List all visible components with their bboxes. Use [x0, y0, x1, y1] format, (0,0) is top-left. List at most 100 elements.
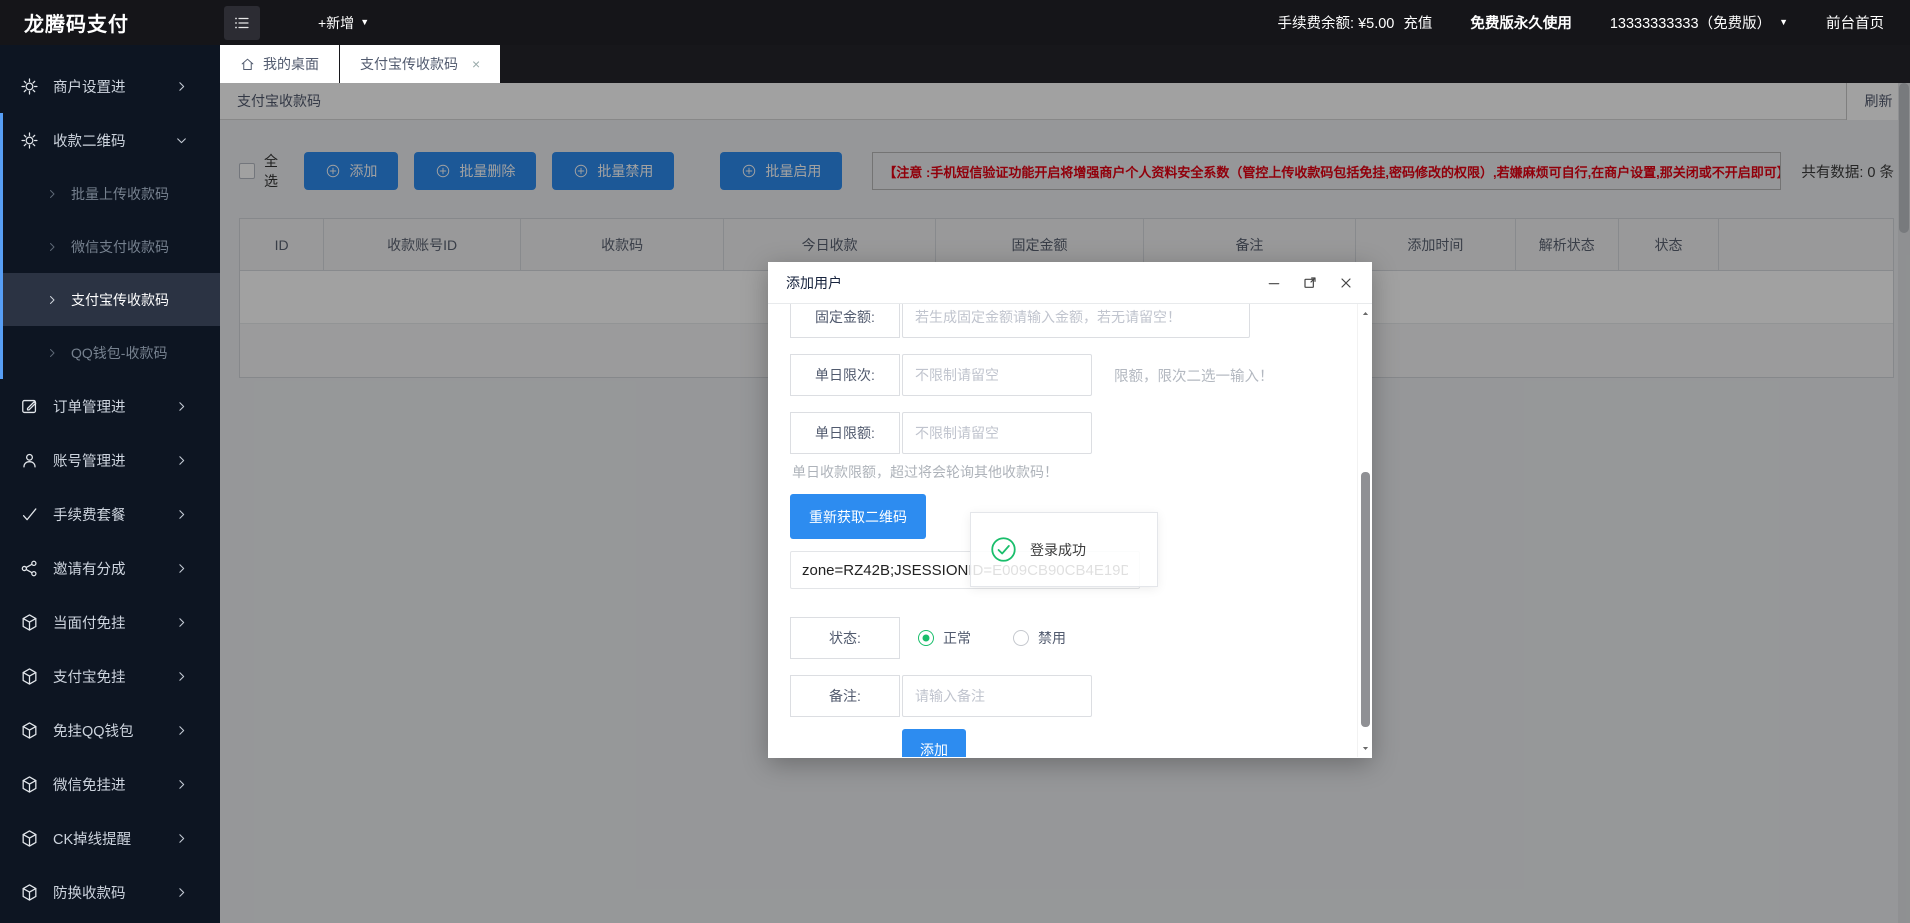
status-row: 状态: 正常 禁用 [790, 617, 1372, 659]
modal-title: 添加用户 [786, 273, 842, 293]
modal-scrollbar-thumb[interactable] [1361, 472, 1370, 727]
user-icon [20, 451, 39, 470]
gear-icon [20, 77, 39, 96]
sidebar-item-ck-offline-alert[interactable]: CK掉线提醒 [0, 811, 220, 865]
chevron-right-icon [175, 886, 188, 899]
fee-balance-label: 手续费余额: ¥5.00 [1278, 12, 1395, 33]
sidebar-item-accounts[interactable]: 账号管理进 [0, 433, 220, 487]
plus-circle-icon [741, 163, 757, 179]
add-button[interactable]: 添加 [304, 152, 398, 190]
minimize-icon[interactable] [1266, 275, 1282, 291]
page-scrollbar[interactable] [1898, 83, 1910, 923]
chevron-right-icon [175, 454, 188, 467]
daily-limit-count-input[interactable] [902, 354, 1092, 396]
chevron-right-icon [175, 400, 188, 413]
column-header: ID [240, 219, 324, 271]
select-all-checkbox[interactable] [239, 163, 255, 179]
recharge-link[interactable]: 充值 [1403, 12, 1432, 33]
front-home-link[interactable]: 前台首页 [1826, 12, 1884, 33]
radio-label: 禁用 [1038, 628, 1066, 648]
caret-down-icon: ▼ [360, 18, 369, 27]
modal-scrollbar[interactable] [1357, 304, 1372, 757]
refresh-button[interactable]: 刷新 [1846, 83, 1910, 120]
daily-limit-amount-input[interactable] [902, 412, 1092, 454]
total-count: 共有数据: 0 条 [1781, 161, 1894, 182]
button-label: 批量启用 [765, 161, 821, 181]
radio-selected-icon [918, 630, 934, 646]
account-dropdown[interactable]: 13333333333（免费版） ▼ [1610, 12, 1788, 33]
sidebar-subitem-wechat-qrcode[interactable]: 微信支付收款码 [3, 220, 220, 273]
sidebar-item-wechat-free[interactable]: 微信免挂进 [0, 757, 220, 811]
share-icon [20, 559, 39, 578]
button-label: 批量禁用 [597, 161, 653, 181]
sidebar-item-orders[interactable]: 订单管理进 [0, 379, 220, 433]
sidebar-item-label: CK掉线提醒 [53, 828, 131, 849]
tab-my-desktop[interactable]: 我的桌面 [220, 45, 339, 83]
sidebar-item-label: 支付宝免挂 [53, 666, 126, 687]
column-header-empty [1719, 219, 1893, 271]
submit-add-button[interactable]: 添加 [902, 729, 966, 757]
tab-alipay-qrcode[interactable]: 支付宝传收款码 × [340, 45, 500, 83]
refetch-qrcode-button[interactable]: 重新获取二维码 [790, 494, 926, 539]
sidebar-item-receive-qrcode[interactable]: 收款二维码 [3, 113, 220, 167]
chevron-right-icon [175, 724, 188, 737]
sidebar-subitem-label: 微信支付收款码 [71, 237, 169, 257]
chevron-right-icon [175, 80, 188, 93]
sidebar-subitem-batch-upload[interactable]: 批量上传收款码 [3, 167, 220, 220]
remark-input[interactable] [902, 675, 1092, 717]
close-icon[interactable] [1338, 275, 1354, 291]
limit-choice-hint: 限额，限次二选一输入！ [1114, 354, 1274, 396]
radio-disabled[interactable]: 禁用 [1013, 628, 1066, 648]
free-version-badge: 免费版永久使用 [1470, 12, 1572, 33]
sidebar-subitem-alipay-qrcode[interactable]: 支付宝传收款码 [3, 273, 220, 326]
sidebar-item-alipay-free[interactable]: 支付宝免挂 [0, 649, 220, 703]
scroll-down-arrow-icon[interactable] [1358, 741, 1372, 755]
column-header: 添加时间 [1356, 219, 1516, 271]
modal-window-controls [1266, 275, 1354, 291]
sidebar-item-label: 收款二维码 [53, 130, 126, 151]
tab-label: 支付宝传收款码 [360, 54, 458, 74]
chevron-right-icon [175, 616, 188, 629]
sidebar-item-label: 商户设置进 [53, 76, 126, 97]
sidebar-item-anti-swap-qrcode[interactable]: 防换收款码 [0, 865, 220, 919]
sidebar-toggle-button[interactable] [224, 6, 260, 40]
toast-text: 登录成功 [1030, 540, 1086, 560]
daily-limit-amount-row: 单日限额: [790, 412, 1372, 454]
sidebar-item-f2f-pay[interactable]: 当面付免挂 [0, 595, 220, 649]
maximize-icon[interactable] [1302, 275, 1318, 291]
sidebar-item-fee-plans[interactable]: 手续费套餐 [0, 487, 220, 541]
column-header: 解析状态 [1516, 219, 1618, 271]
radio-normal[interactable]: 正常 [918, 628, 971, 648]
new-dropdown[interactable]: +新增 ▼ [318, 13, 369, 33]
batch-enable-button[interactable]: 批量启用 [720, 152, 842, 190]
sidebar-item-label: 手续费套餐 [53, 504, 126, 525]
toolbar: 全选 添加 批量删除 批量禁用 批量启用 【注意 :手机短信验证功能开启 [239, 151, 1894, 191]
plus-circle-icon [325, 163, 341, 179]
sidebar-item-invite-share[interactable]: 邀请有分成 [0, 541, 220, 595]
fixed-amount-input[interactable] [902, 304, 1250, 338]
batch-disable-button[interactable]: 批量禁用 [552, 152, 674, 190]
page-scrollbar-thumb[interactable] [1899, 83, 1909, 233]
scroll-up-arrow-icon[interactable] [1358, 306, 1372, 320]
check-icon [20, 505, 39, 524]
daily-limit-amount-label: 单日限额: [790, 412, 900, 454]
modal-body: 固定金额: 单日限次: 限额，限次二选一输入！ 单日限额: 单日收款限额，超过将… [768, 304, 1372, 757]
column-header: 收款码 [521, 219, 724, 271]
sidebar-group-qrcodes: 收款二维码 批量上传收款码 微信支付收款码 支付宝传收款码 QQ钱包-收款码 [0, 113, 220, 379]
sidebar-item-label: 订单管理进 [53, 396, 126, 417]
sidebar-item-qq-wallet-free[interactable]: 免挂QQ钱包 [0, 703, 220, 757]
radio-label: 正常 [943, 628, 971, 648]
cube-icon [20, 883, 39, 902]
close-icon[interactable]: × [472, 56, 480, 72]
sidebar-item-label: 账号管理进 [53, 450, 126, 471]
sidebar-subitem-qq-wallet-qrcode[interactable]: QQ钱包-收款码 [3, 326, 220, 379]
fixed-amount-row: 固定金额: [790, 304, 1372, 338]
edit-icon [20, 397, 39, 416]
cube-icon [20, 667, 39, 686]
batch-delete-button[interactable]: 批量删除 [414, 152, 536, 190]
plus-circle-icon [573, 163, 589, 179]
remark-row: 备注: [790, 675, 1372, 717]
button-label: 批量删除 [459, 161, 515, 181]
chevron-right-icon [46, 188, 58, 200]
sidebar-item-merchant-settings[interactable]: 商户设置进 [0, 59, 220, 113]
